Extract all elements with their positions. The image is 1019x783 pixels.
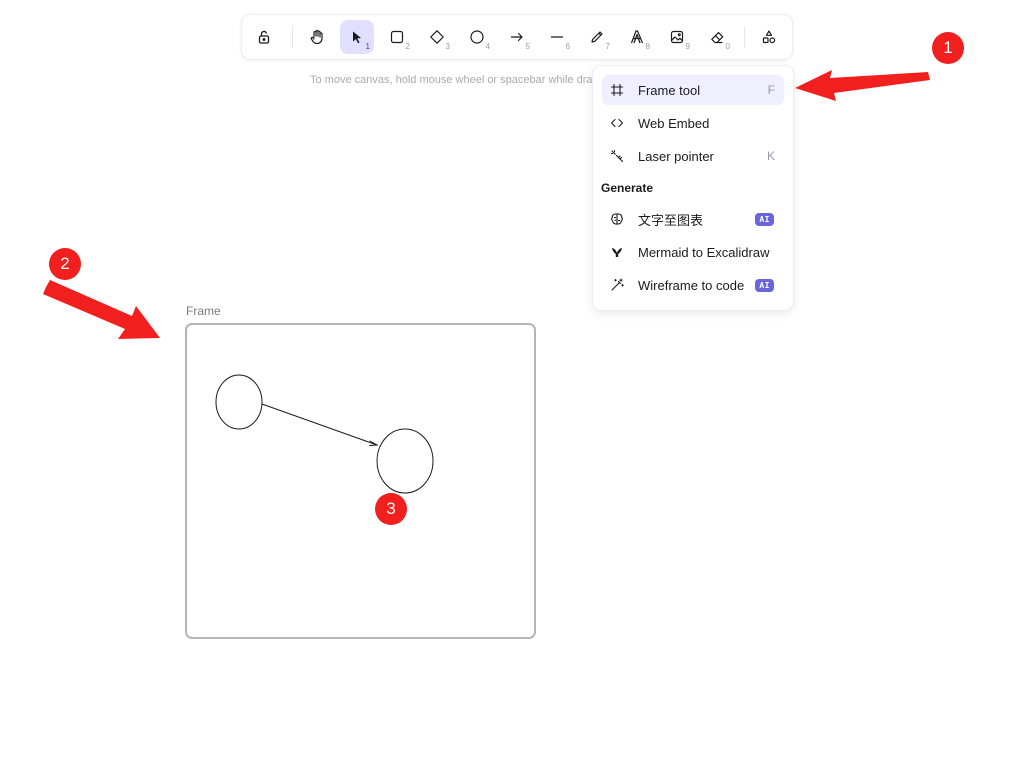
frame-icon — [610, 82, 630, 98]
menu-item-label: Laser pointer — [638, 148, 714, 164]
eraser-icon — [711, 32, 724, 44]
menu-item-label: Frame tool — [638, 82, 701, 98]
canvas-hint-text: To move canvas, hold mouse wheel or spac… — [310, 74, 593, 86]
shortcut-key: 6 — [565, 42, 570, 51]
ellipse-icon — [470, 30, 484, 44]
hand-icon — [310, 29, 323, 45]
menu-item-mermaid-to-excalidraw[interactable]: Mermaid to Excalidraw — [602, 237, 784, 267]
canvas-frame[interactable] — [185, 323, 536, 639]
menu-shortcut: F — [767, 83, 775, 97]
annotation-arrow-1 — [795, 70, 930, 101]
image-icon — [670, 30, 684, 44]
menu-item-label: 文字至图表 — [638, 212, 704, 228]
text-icon — [630, 30, 644, 44]
code-icon — [610, 115, 630, 131]
rectangle-tool-button[interactable]: 2 — [380, 20, 414, 54]
annotation-marker-2: 2 — [49, 248, 81, 280]
line-tool-button[interactable]: 6 — [540, 20, 574, 54]
more-tools-button[interactable] — [752, 20, 786, 54]
menu-shortcut: K — [766, 149, 775, 163]
shortcut-key: 2 — [405, 42, 410, 51]
ellipse-tool-button[interactable]: 4 — [460, 20, 494, 54]
menu-item-text-to-diagram[interactable]: 文字至图表 AI — [602, 204, 784, 234]
diamond-icon — [430, 30, 444, 44]
line-icon — [550, 36, 564, 38]
menu-item-label: Web Embed — [638, 115, 710, 131]
frame-title[interactable]: Frame — [186, 304, 221, 318]
arrow-tool-button[interactable]: 5 — [500, 20, 534, 54]
shortcut-key: 7 — [605, 42, 610, 51]
more-tools-dropdown: Frame tool F Web Embed Laser pointer K G… — [593, 66, 793, 310]
magic-wand-icon — [610, 277, 630, 293]
menu-item-label: Mermaid to Excalidraw — [638, 244, 770, 260]
shortcut-key: 5 — [525, 42, 530, 51]
draw-tool-button[interactable]: 7 — [580, 20, 614, 54]
menu-item-label: Wireframe to code — [638, 277, 745, 293]
shortcut-key: 9 — [685, 42, 690, 51]
text-tool-button[interactable]: 8 — [620, 20, 654, 54]
menu-item-frame-tool[interactable]: Frame tool F — [602, 75, 784, 105]
eraser-tool-button[interactable]: 0 — [700, 20, 734, 54]
toolbar-divider — [292, 26, 293, 48]
toolbar-divider — [744, 26, 745, 48]
brain-icon — [610, 211, 630, 227]
main-toolbar: 1 2 3 4 5 6 7 8 9 0 — [242, 15, 792, 59]
rectangle-icon — [390, 30, 404, 44]
unlock-icon — [258, 30, 270, 44]
arrow-icon — [510, 32, 523, 42]
menu-item-wireframe-to-code[interactable]: Wireframe to code AI — [602, 270, 784, 300]
annotation-marker-3: 3 — [375, 493, 407, 525]
mermaid-icon — [610, 244, 630, 260]
shortcut-key: 3 — [445, 42, 450, 51]
ai-badge: AI — [755, 278, 774, 292]
pencil-icon — [591, 31, 603, 43]
lock-tool-button[interactable] — [247, 20, 281, 54]
shortcut-key: 0 — [725, 42, 730, 51]
ai-badge: AI — [755, 212, 774, 226]
shapes-icon — [762, 30, 776, 44]
shortcut-key: 4 — [485, 42, 490, 51]
menu-item-laser-pointer[interactable]: Laser pointer K — [602, 141, 784, 171]
menu-item-web-embed[interactable]: Web Embed — [602, 108, 784, 138]
image-tool-button[interactable]: 9 — [660, 20, 694, 54]
laser-icon — [610, 148, 630, 164]
shortcut-key: 1 — [365, 42, 370, 51]
hand-tool-button[interactable] — [300, 20, 334, 54]
annotation-marker-1: 1 — [932, 32, 964, 64]
annotation-arrow-2 — [43, 280, 160, 339]
generate-section-title: Generate — [601, 181, 654, 195]
diamond-tool-button[interactable]: 3 — [420, 20, 454, 54]
selection-tool-button[interactable]: 1 — [340, 20, 374, 54]
shortcut-key: 8 — [645, 42, 650, 51]
pointer-icon — [353, 31, 361, 44]
